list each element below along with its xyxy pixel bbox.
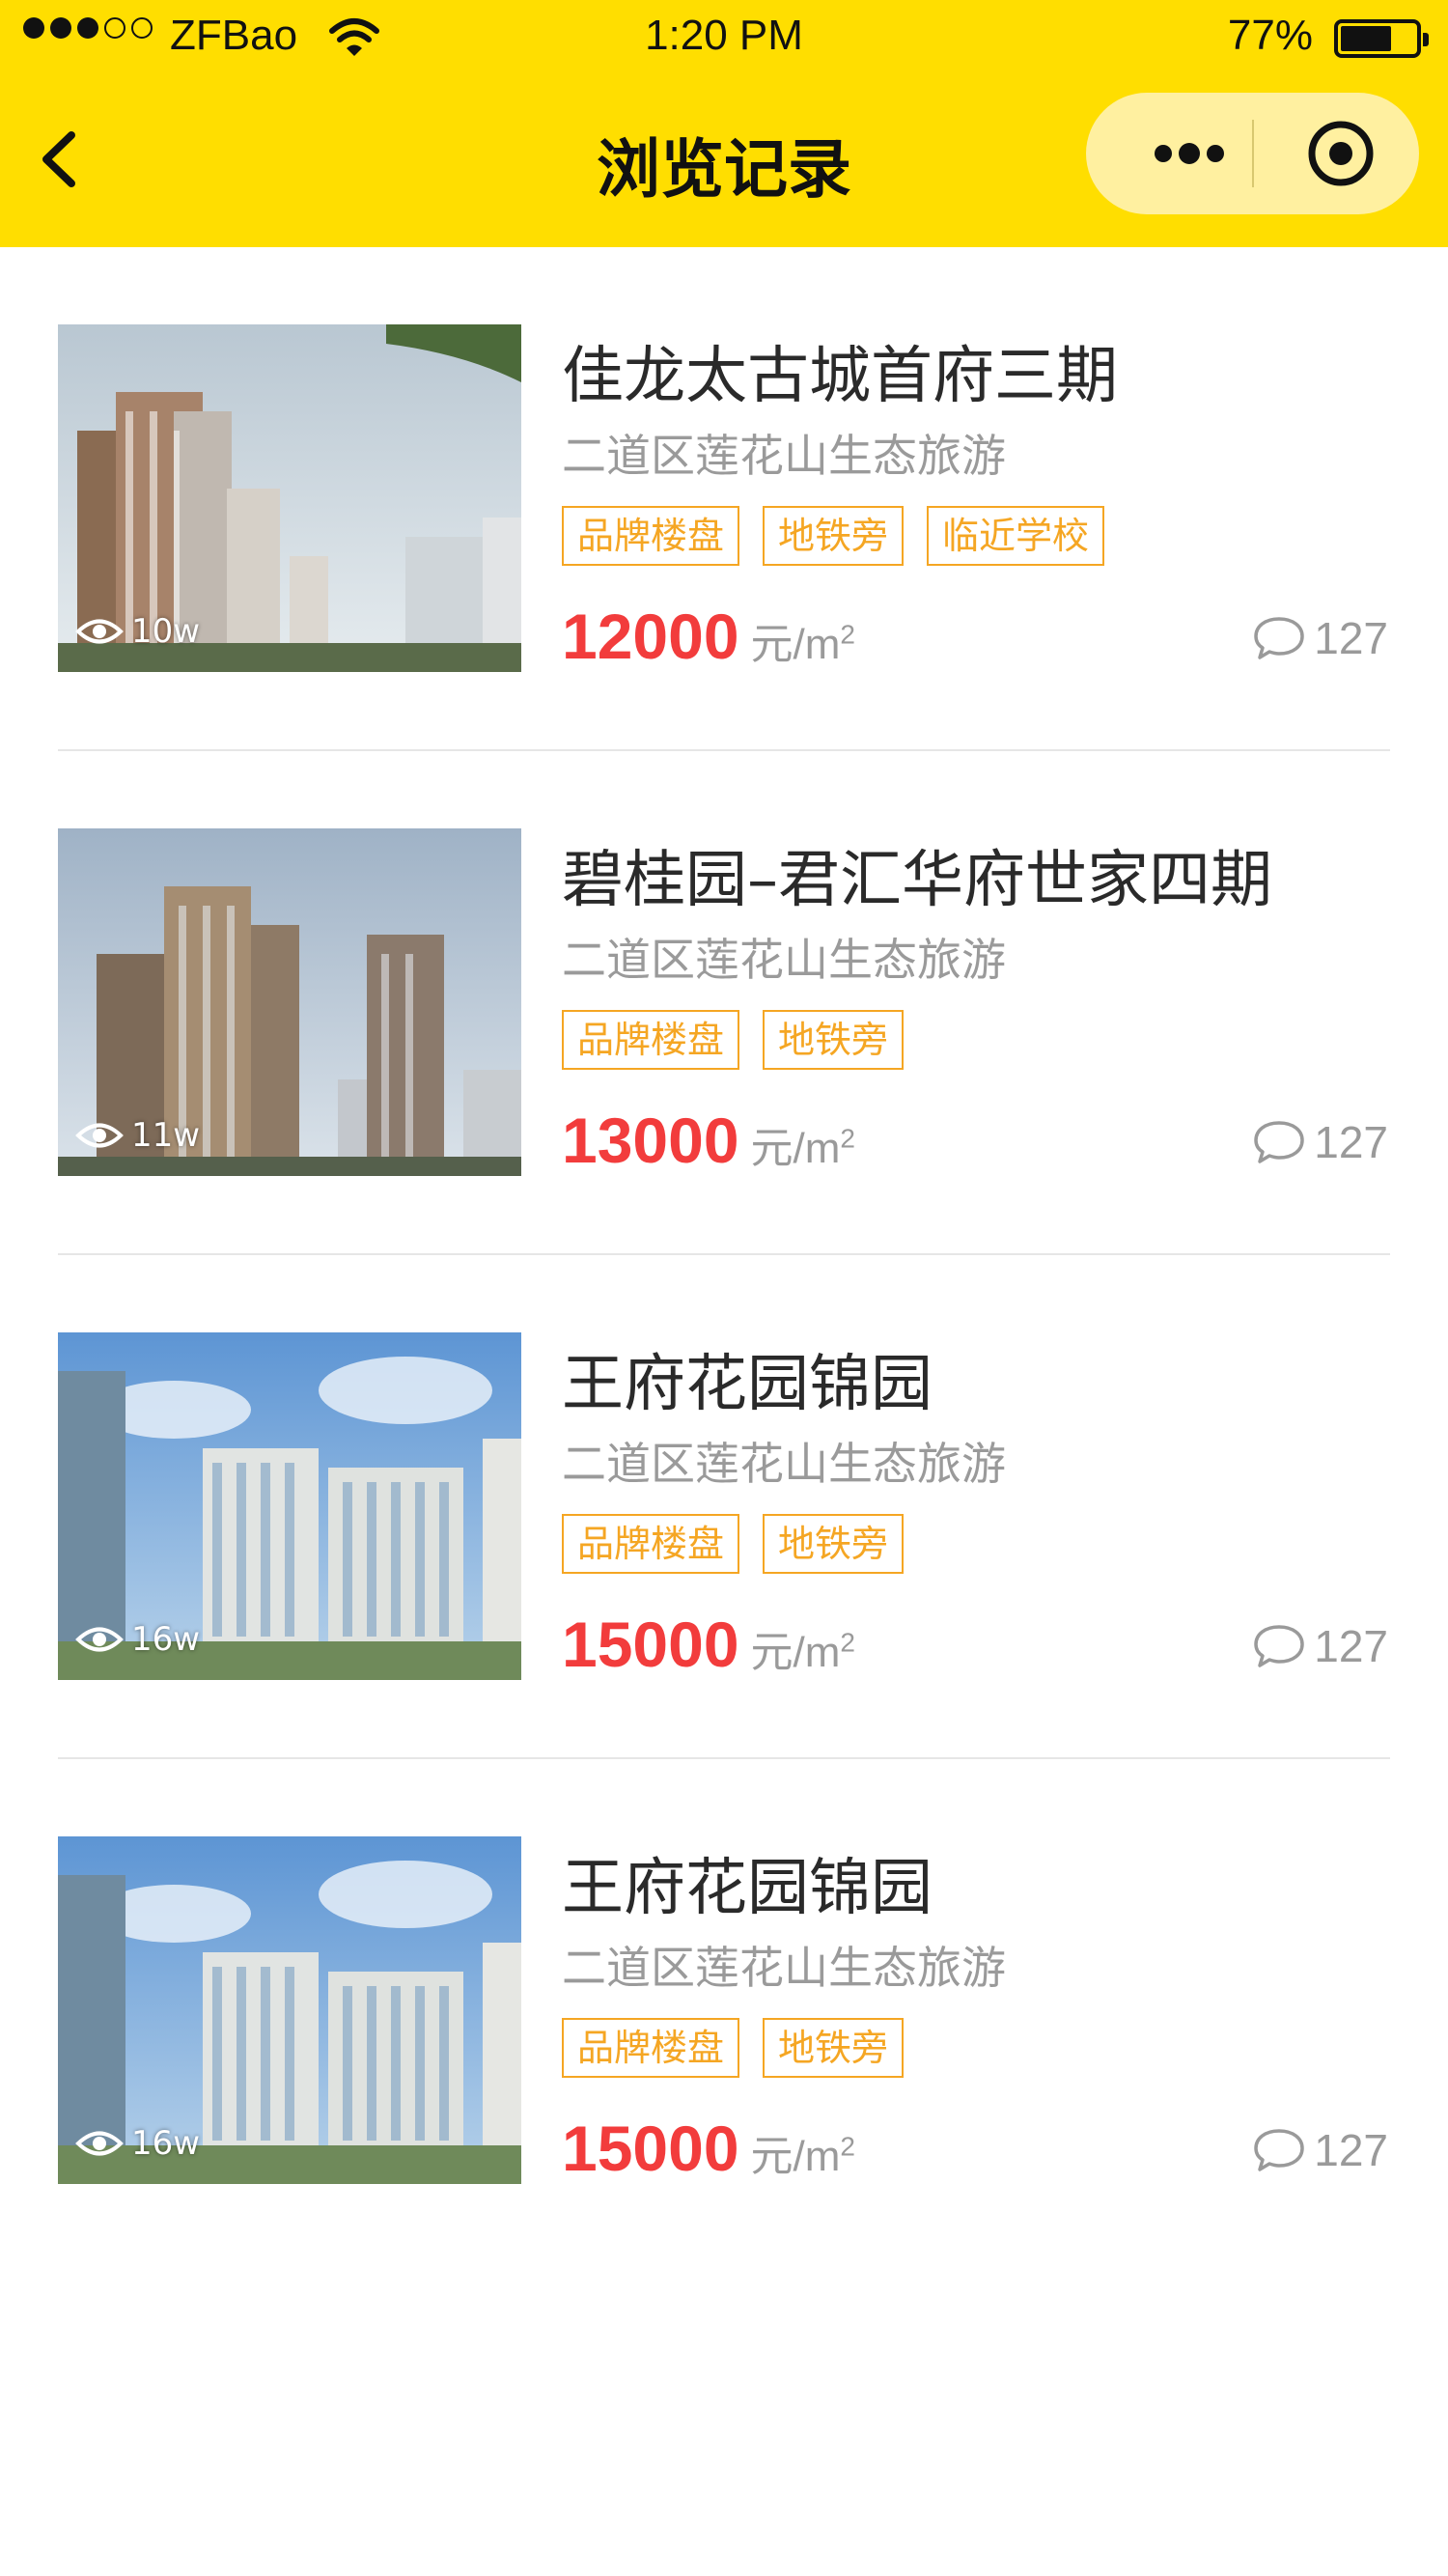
property-tags: 品牌楼盘 地铁旁 — [562, 1514, 927, 1574]
property-address: 二道区莲花山生态旅游 — [562, 1438, 1006, 1490]
comment-bubble-icon — [1254, 617, 1304, 659]
property-address: 二道区莲花山生态旅游 — [562, 430, 1006, 482]
comment-count-text: 127 — [1314, 1117, 1388, 1167]
eye-icon — [75, 619, 124, 644]
price-value: 13000 — [562, 1105, 739, 1176]
property-title: 王府花园锦园 — [562, 1853, 933, 1924]
status-bar: ZFBao 1:20 PM 77% — [0, 0, 1448, 77]
view-count-text: 10w — [131, 612, 201, 651]
list-item[interactable]: 16w 王府花园锦园 二道区莲花山生态旅游 品牌楼盘 地铁旁 15000 元/m… — [0, 1759, 1448, 2263]
property-title: 王府花园锦园 — [562, 1349, 933, 1420]
capsule-divider — [1252, 120, 1254, 187]
property-price: 15000 元/m2 — [562, 1608, 855, 1681]
price-unit: 元/m2 — [750, 619, 855, 668]
tag: 品牌楼盘 — [562, 1514, 740, 1574]
property-title: 碧桂园–君汇华府世家四期 — [562, 845, 1272, 916]
list-item[interactable]: 10w 佳龙太古城首府三期 二道区莲花山生态旅游 品牌楼盘 地铁旁 临近学校 1… — [0, 247, 1448, 751]
close-mini-program-button[interactable] — [1279, 93, 1395, 214]
comment-count-text: 127 — [1314, 613, 1388, 663]
list-item[interactable]: 16w 王府花园锦园 二道区莲花山生态旅游 品牌楼盘 地铁旁 15000 元/m… — [0, 1255, 1448, 1759]
view-count-text: 16w — [131, 1620, 201, 1659]
view-count-text: 11w — [131, 1116, 201, 1155]
comment-count: 127 — [1252, 2124, 1388, 2176]
view-count: 10w — [75, 612, 200, 651]
more-dots-icon — [1155, 143, 1224, 164]
property-image: 16w — [58, 1836, 521, 2184]
property-price: 12000 元/m2 — [562, 600, 855, 673]
battery-percentage: 77% — [1227, 12, 1313, 59]
view-count-text: 16w — [131, 2124, 201, 2163]
property-tags: 品牌楼盘 地铁旁 临近学校 — [562, 506, 1128, 566]
property-address: 二道区莲花山生态旅游 — [562, 1942, 1006, 1994]
comment-bubble-icon — [1254, 1121, 1304, 1163]
battery-icon — [1334, 19, 1429, 58]
tag: 地铁旁 — [763, 2018, 905, 2078]
top-bar: ZFBao 1:20 PM 77% 浏览记录 — [0, 0, 1448, 247]
property-tags: 品牌楼盘 地铁旁 — [562, 1010, 927, 1070]
tag: 临近学校 — [927, 506, 1105, 566]
price-value: 15000 — [562, 1609, 739, 1680]
navigation-bar: 浏览记录 — [0, 77, 1448, 247]
tag: 地铁旁 — [763, 506, 905, 566]
price-unit: 元/m2 — [750, 1123, 855, 1172]
comment-count-text: 127 — [1314, 2125, 1388, 2175]
comment-bubble-icon — [1254, 1625, 1304, 1667]
eye-icon — [75, 1123, 124, 1148]
price-unit: 元/m2 — [750, 2131, 855, 2180]
target-circle-icon — [1308, 121, 1374, 186]
price-unit: 元/m2 — [750, 1627, 855, 1676]
eye-icon — [75, 2131, 124, 2156]
comment-count-text: 127 — [1314, 1621, 1388, 1671]
tag: 品牌楼盘 — [562, 2018, 740, 2078]
comment-count: 127 — [1252, 1116, 1388, 1168]
tag: 品牌楼盘 — [562, 506, 740, 566]
price-value: 15000 — [562, 2113, 739, 2184]
tag: 地铁旁 — [763, 1010, 905, 1070]
property-price: 13000 元/m2 — [562, 1104, 855, 1177]
property-image: 16w — [58, 1332, 521, 1680]
list-item[interactable]: 11w 碧桂园–君汇华府世家四期 二道区莲花山生态旅游 品牌楼盘 地铁旁 130… — [0, 751, 1448, 1255]
comment-bubble-icon — [1254, 2129, 1304, 2171]
comment-count: 127 — [1252, 612, 1388, 664]
mini-program-capsule — [1086, 93, 1419, 214]
view-count: 11w — [75, 1116, 200, 1155]
tag: 品牌楼盘 — [562, 1010, 740, 1070]
property-address: 二道区莲花山生态旅游 — [562, 934, 1006, 986]
property-tags: 品牌楼盘 地铁旁 — [562, 2018, 927, 2078]
property-image: 10w — [58, 324, 521, 672]
property-title: 佳龙太古城首府三期 — [562, 341, 1118, 412]
view-count: 16w — [75, 1620, 200, 1659]
property-image: 11w — [58, 828, 521, 1176]
view-count: 16w — [75, 2124, 200, 2163]
tag: 地铁旁 — [763, 1514, 905, 1574]
comment-count: 127 — [1252, 1620, 1388, 1672]
price-value: 12000 — [562, 601, 739, 672]
eye-icon — [75, 1627, 124, 1652]
more-button[interactable] — [1129, 93, 1255, 214]
property-price: 15000 元/m2 — [562, 2112, 855, 2185]
